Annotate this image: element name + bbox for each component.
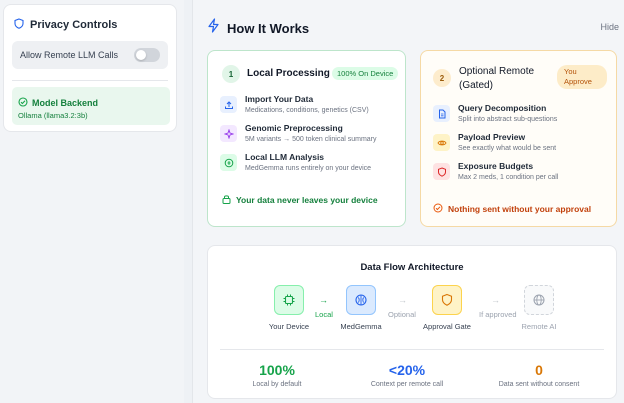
arrow-right-icon: →	[491, 295, 500, 305]
feature-item: Local LLM Analysis MedGemma runs entirel…	[220, 152, 400, 180]
eye-icon	[433, 134, 450, 151]
feature-title: Local LLM Analysis	[245, 152, 325, 162]
step-number: 2	[433, 69, 451, 87]
feature-subtitle: Medications, conditions, genetics (CSV)	[245, 107, 369, 114]
node-label: MedGemma	[340, 322, 382, 331]
feature-subtitle: Max 2 meds, 1 condition per call	[458, 174, 559, 181]
feature-item: Exposure Budgets Max 2 meds, 1 condition…	[433, 161, 613, 189]
chip-icon	[220, 154, 237, 171]
stat-label: Data sent without consent	[498, 381, 580, 388]
arrow-right-icon: →	[319, 295, 328, 305]
node-label: Remote AI	[521, 322, 557, 331]
divider	[12, 80, 168, 81]
status-badge: You Approve	[557, 65, 607, 89]
backend-subtitle: Ollama (llama3.2:3b)	[18, 111, 88, 120]
arrow-label: If approved	[479, 310, 517, 319]
main-panel: How It Works Hide 1 Local Processing 100…	[193, 0, 624, 403]
arrow-label: Optional	[388, 310, 416, 319]
upload-icon	[220, 96, 237, 113]
stat-label: Context per remote call	[370, 381, 444, 388]
feature-item: Import Your Data Medications, conditions…	[220, 94, 400, 122]
toggle-label: Allow Remote LLM Calls	[20, 50, 119, 60]
feature-title: Payload Preview	[458, 132, 526, 142]
sidebar: Privacy Controls Allow Remote LLM Calls …	[0, 0, 184, 403]
card-title: Optional Remote (Gated)	[459, 66, 535, 91]
feature-title: Query Decomposition	[458, 103, 547, 113]
arrow-right-icon: →	[398, 295, 407, 305]
stat-value: 0	[535, 362, 543, 378]
privacy-controls-card: Privacy Controls Allow Remote LLM Calls …	[3, 4, 177, 132]
footer-text: Your data never leaves your device	[236, 195, 378, 205]
feature-title: Genomic Preprocessing	[245, 123, 343, 133]
divider	[220, 349, 604, 350]
feature-title: Import Your Data	[245, 94, 314, 104]
check-circle-icon	[18, 94, 28, 112]
data-flow-architecture: Data Flow Architecture Your Device → Loc…	[207, 245, 617, 399]
section-title: Data Flow Architecture	[360, 262, 464, 273]
local-processing-card: 1 Local Processing 100% On Device Import…	[207, 50, 406, 227]
card-footer: Your data never leaves your device	[222, 194, 378, 206]
card-footer: Nothing sent without your approval	[433, 203, 591, 215]
node-label: Approval Gate	[423, 322, 471, 331]
remote-llm-toggle[interactable]	[134, 48, 160, 62]
document-icon	[433, 105, 450, 122]
node-label: Your Device	[268, 322, 310, 331]
feature-subtitle: Split into abstract sub-questions	[458, 116, 558, 123]
sidebar-title: Privacy Controls	[30, 19, 118, 31]
lightning-icon	[207, 18, 220, 38]
remote-llm-toggle-row[interactable]: Allow Remote LLM Calls	[12, 41, 168, 69]
backend-title: Model Backend	[32, 98, 99, 108]
feature-subtitle: 5M variants → 500 token clinical summary	[245, 136, 377, 143]
optional-remote-card: 2 Optional Remote (Gated) You Approve Qu…	[420, 50, 617, 227]
shield-icon	[14, 16, 24, 34]
feature-subtitle: MedGemma runs entirely on your device	[245, 165, 372, 172]
stat-value: 100%	[259, 362, 295, 378]
step-number: 1	[222, 65, 240, 83]
feature-subtitle: See exactly what would be sent	[458, 145, 557, 152]
shield-icon	[433, 163, 450, 180]
hide-button[interactable]: Hide	[600, 22, 619, 32]
feature-item: Query Decomposition Split into abstract …	[433, 103, 613, 131]
shield-icon	[432, 285, 462, 315]
sparkle-icon	[220, 125, 237, 142]
status-badge: 100% On Device	[332, 67, 399, 80]
feature-item: Genomic Preprocessing 5M variants → 500 …	[220, 123, 400, 151]
footer-text: Nothing sent without your approval	[448, 204, 592, 214]
check-circle-icon	[433, 203, 443, 215]
brain-icon	[346, 285, 376, 315]
feature-title: Exposure Budgets	[458, 161, 534, 171]
page-title: How It Works	[227, 20, 310, 36]
stat-label: Local by default	[252, 381, 302, 388]
feature-item: Payload Preview See exactly what would b…	[433, 132, 613, 160]
globe-icon	[524, 285, 554, 315]
lock-icon	[222, 194, 231, 206]
card-title: Local Processing	[247, 68, 330, 79]
chip-icon	[274, 285, 304, 315]
model-backend-status: Model Backend Ollama (llama3.2:3b)	[12, 87, 170, 125]
arrow-label: Local	[315, 310, 333, 319]
stat-value: <20%	[388, 362, 426, 378]
